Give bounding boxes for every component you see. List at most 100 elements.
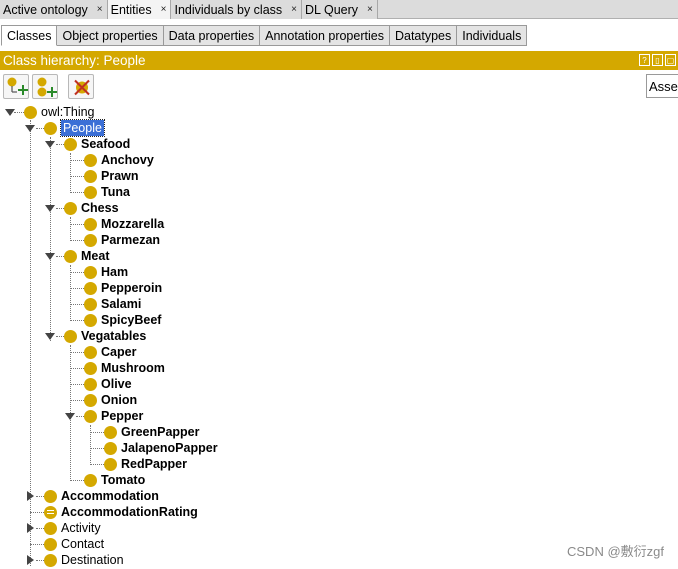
class-icon [84,473,97,487]
panel-title: Class hierarchy: People [3,53,146,68]
tree-node-contact[interactable]: Contact [44,536,104,552]
node-label: Parmezan [101,233,161,247]
close-icon[interactable]: × [97,4,103,15]
tree-node-pepperoin[interactable]: Pepperoin [84,280,162,296]
tree-node-parmezan[interactable]: Parmezan [84,232,160,248]
tree-node-activity[interactable]: Activity [44,520,101,536]
tree-node-jalapenopapper[interactable]: JalapenoPapper [104,440,218,456]
tree-node-chess[interactable]: Chess [64,200,119,216]
tree-node-pepper[interactable]: Pepper [84,408,143,424]
tree-line [70,288,84,289]
tree-node-vegatables[interactable]: Vegatables [64,328,146,344]
tree-node-prawn[interactable]: Prawn [84,168,139,184]
tree-node-tomato[interactable]: Tomato [84,472,145,488]
node-label: Pepperoin [101,281,163,295]
class-icon [44,537,57,551]
collapse-icon[interactable] [45,253,55,260]
defined-class-icon [44,505,57,519]
tree-line [70,320,84,321]
tree-node-greenpapper[interactable]: GreenPapper [104,424,200,440]
class-icon [44,553,57,567]
node-label: Seafood [81,137,131,151]
close-icon[interactable]: × [367,4,373,15]
node-label: Mushroom [101,361,165,375]
split-icon[interactable]: ▯ [652,54,663,66]
tree-node-seafood[interactable]: Seafood [64,136,130,152]
tree-node-destination[interactable]: Destination [44,552,124,568]
tree-node-mozzarella[interactable]: Mozzarella [84,216,164,232]
tree-line [90,432,104,433]
tree-node-accommodationrating[interactable]: AccommodationRating [44,504,198,520]
collapse-icon[interactable] [45,205,55,212]
node-label: Chess [81,201,119,215]
tree-node-caper[interactable]: Caper [84,344,136,360]
class-icon [64,249,77,263]
tab-dl-query[interactable]: DL Query × [302,0,378,19]
panel-header: Class hierarchy: People ? ▯ ▢ [0,51,678,70]
tab-label: DL Query [305,2,359,17]
node-label: Olive [101,377,132,391]
class-icon [24,105,37,119]
hierarchy-mode-select[interactable]: Asserted [646,74,678,98]
class-icon [84,297,97,311]
expand-icon[interactable] [27,491,34,501]
entity-tabs: Classes Object properties Data propertie… [0,25,678,46]
watermark: CSDN @敷衍zgf [567,544,664,559]
node-label: RedPapper [121,457,187,471]
class-icon [84,169,97,183]
tab-individuals[interactable]: Individuals [457,25,528,46]
collapse-icon[interactable] [45,333,55,340]
collapse-icon[interactable] [5,109,15,116]
tree-node-onion[interactable]: Onion [84,392,137,408]
tab-data-properties[interactable]: Data properties [163,25,261,46]
tab-active-ontology[interactable]: Active ontology × [0,0,108,19]
expand-icon[interactable] [27,523,34,533]
tree-line [70,352,84,353]
tree-node-owl-thing[interactable]: owl:Thing [24,104,95,120]
tab-annotation-properties[interactable]: Annotation properties [260,25,390,46]
tree-line [90,425,91,463]
collapse-icon[interactable] [25,125,35,132]
tree-node-meat[interactable]: Meat [64,248,109,264]
tree-line [70,400,84,401]
class-icon [84,217,97,231]
help-icon[interactable]: ? [639,54,650,66]
tab-object-properties[interactable]: Object properties [57,25,164,46]
tree-node-salami[interactable]: Salami [84,296,141,312]
tree-node-mushroom[interactable]: Mushroom [84,360,165,376]
node-label: Activity [61,521,101,535]
tree-node-anchovy[interactable]: Anchovy [84,152,154,168]
node-label: Tuna [101,185,130,199]
tree-line [56,144,64,145]
collapse-icon[interactable] [45,141,55,148]
class-icon [84,313,97,327]
tree-node-spicybeef[interactable]: SpicyBeef [84,312,161,328]
workspace-tabs: Active ontology × Entities × Individuals… [0,0,678,19]
tree-node-ham[interactable]: Ham [84,264,128,280]
tab-entities[interactable]: Entities × [107,0,172,19]
maximize-icon[interactable]: ▢ [665,54,676,66]
tree-line [14,112,24,113]
node-label: Salami [101,297,142,311]
add-subclass-button[interactable] [3,74,29,99]
add-sibling-button[interactable] [32,74,58,99]
tab-datatypes[interactable]: Datatypes [389,25,458,46]
tab-individuals-by-class[interactable]: Individuals by class × [171,0,303,19]
tree-node-olive[interactable]: Olive [84,376,132,392]
class-icon [104,441,117,455]
tree-node-tuna[interactable]: Tuna [84,184,130,200]
close-icon[interactable]: × [291,4,297,15]
tab-classes[interactable]: Classes [1,25,58,46]
class-icon [84,377,97,391]
tree-node-accommodation[interactable]: Accommodation [44,488,159,504]
tab-label: Individuals by class [174,2,283,17]
collapse-icon[interactable] [65,413,75,420]
tree-line [36,496,44,497]
expand-icon[interactable] [27,555,34,565]
tree-node-people[interactable]: People [44,119,105,137]
tree-node-redpapper[interactable]: RedPapper [104,456,187,472]
class-icon [84,393,97,407]
delete-class-button[interactable] [68,74,94,99]
add-subclass-icon [7,77,28,95]
close-icon[interactable]: × [161,4,167,15]
